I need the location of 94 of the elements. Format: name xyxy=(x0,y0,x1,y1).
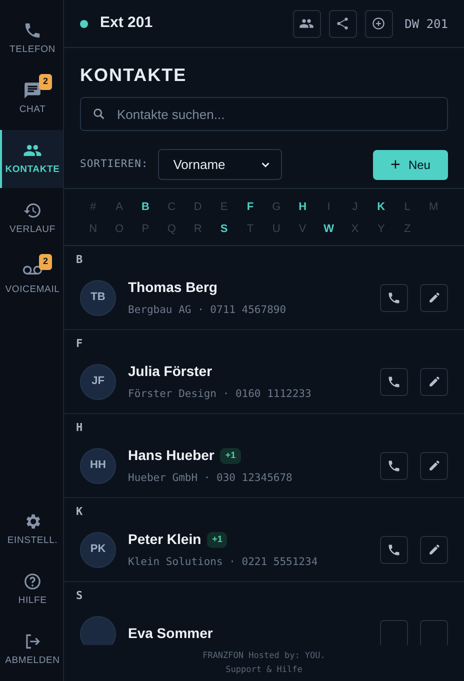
letter-link[interactable]: U xyxy=(263,219,290,239)
letter-link[interactable]: Z xyxy=(394,219,420,239)
letter-link[interactable]: P xyxy=(132,219,159,239)
call-button[interactable] xyxy=(380,368,408,396)
edit-icon xyxy=(428,459,440,472)
logout-icon xyxy=(23,632,42,651)
call-button[interactable] xyxy=(380,452,408,480)
letter-link[interactable]: B xyxy=(132,197,159,217)
call-button[interactable] xyxy=(380,536,408,564)
count-badge: 2 xyxy=(39,254,52,270)
avatar xyxy=(80,616,116,645)
sidebar-item[interactable]: ABMELDEN xyxy=(0,621,63,679)
edit-button[interactable] xyxy=(420,536,448,564)
contact-details: Förster Design · 0160 1112233 xyxy=(128,387,312,402)
letter-link[interactable]: # xyxy=(80,197,106,217)
phone-icon xyxy=(387,542,401,556)
contact-name: Hans Hueber xyxy=(128,447,214,464)
letter-link[interactable]: X xyxy=(342,219,368,239)
phone-icon xyxy=(387,290,401,304)
sidebar-item[interactable]: KONTAKTE xyxy=(0,130,63,188)
edit-button[interactable] xyxy=(420,284,448,312)
avatar: JF xyxy=(80,364,116,400)
group-heading: F xyxy=(75,336,84,352)
avatar: PK xyxy=(80,532,116,568)
phone-icon xyxy=(387,374,401,388)
letter-link[interactable]: O xyxy=(106,219,132,239)
sidebar-item[interactable]: CHAT 2 xyxy=(0,70,63,128)
contact-details: Klein Solutions · 0221 5551234 xyxy=(128,555,319,570)
add-icon xyxy=(371,16,386,31)
letter-link[interactable]: A xyxy=(106,197,132,217)
people-icon xyxy=(299,16,314,31)
letter-link[interactable]: C xyxy=(158,197,185,217)
help-icon xyxy=(23,572,42,591)
letter-link[interactable]: I xyxy=(316,197,342,217)
edit-button[interactable] xyxy=(420,368,448,396)
group-heading: S xyxy=(75,588,84,604)
footer-text: FRANZFON Hosted by: YOU. xyxy=(202,650,326,663)
group-heading: H xyxy=(75,420,84,436)
letter-link[interactable]: M xyxy=(420,197,447,217)
contact-name: Peter Klein xyxy=(128,531,202,548)
support-link[interactable]: Support & Hilfe xyxy=(226,663,302,677)
extra-count-tag: +1 xyxy=(207,532,228,548)
letter-link[interactable]: S xyxy=(210,219,238,239)
history-icon xyxy=(23,200,42,220)
letter-link[interactable]: Y xyxy=(368,219,394,239)
group-heading: K xyxy=(75,504,84,520)
toolbar-button[interactable] xyxy=(292,10,321,38)
contact-name: Eva Sommer xyxy=(128,624,213,640)
chat-icon xyxy=(23,80,42,100)
count-badge: 2 xyxy=(39,74,52,90)
toolbar-button[interactable] xyxy=(364,10,393,38)
sidebar-item[interactable]: VOICEMAIL 2 xyxy=(0,250,63,308)
edit-icon xyxy=(428,375,440,388)
device-label: DW 201 xyxy=(404,16,448,32)
sort-dropdown[interactable]: Vorname xyxy=(158,149,282,180)
letter-link[interactable]: E xyxy=(210,197,238,217)
letter-link[interactable]: K xyxy=(368,197,394,217)
call-button[interactable] xyxy=(380,284,408,312)
new-contact-button[interactable]: + Neu xyxy=(373,150,448,180)
extra-count-tag: +1 xyxy=(220,448,241,464)
letter-link[interactable]: N xyxy=(80,219,106,239)
search-field[interactable]: Kontakte suchen... xyxy=(80,97,448,131)
letter-link[interactable]: L xyxy=(394,197,420,217)
extension-label: Ext 201 xyxy=(100,13,153,34)
toolbar-button[interactable] xyxy=(328,10,357,38)
contact-details: Hueber GmbH · 030 12345678 xyxy=(128,471,294,486)
letter-link[interactable]: T xyxy=(237,219,264,239)
sidebar-item[interactable]: EINSTELL. xyxy=(0,501,63,559)
letter-link[interactable]: W xyxy=(316,219,342,239)
letter-link[interactable]: H xyxy=(290,197,316,217)
sort-label: SORTIEREN: xyxy=(80,156,148,172)
group-heading: B xyxy=(75,252,84,268)
phone-icon xyxy=(23,20,42,40)
contact-details: Bergbau AG · 0711 4567890 xyxy=(128,303,288,318)
phone-icon xyxy=(387,458,401,472)
edit-icon xyxy=(428,291,440,304)
letter-link[interactable]: Q xyxy=(158,219,185,239)
letter-link[interactable]: V xyxy=(290,219,316,239)
contact-name: Thomas Berg xyxy=(128,279,218,296)
edit-button[interactable] xyxy=(420,452,448,480)
letter-link[interactable]: R xyxy=(184,219,211,239)
sidebar-item[interactable]: HILFE xyxy=(0,561,63,619)
sidebar-item[interactable]: TELEFON xyxy=(0,10,63,68)
edit-icon xyxy=(428,543,440,556)
letter-link[interactable]: D xyxy=(184,197,211,217)
avatar: TB xyxy=(80,280,116,316)
contact-name: Julia Förster xyxy=(128,363,212,380)
letter-link[interactable]: F xyxy=(237,197,264,217)
avatar: HH xyxy=(80,448,116,484)
sidebar-item[interactable]: VERLAUF xyxy=(0,190,63,248)
letter-link[interactable]: G xyxy=(263,197,290,217)
page-title: KONTAKTE xyxy=(80,64,188,87)
share-icon xyxy=(335,16,350,31)
letter-link[interactable]: J xyxy=(342,197,368,217)
